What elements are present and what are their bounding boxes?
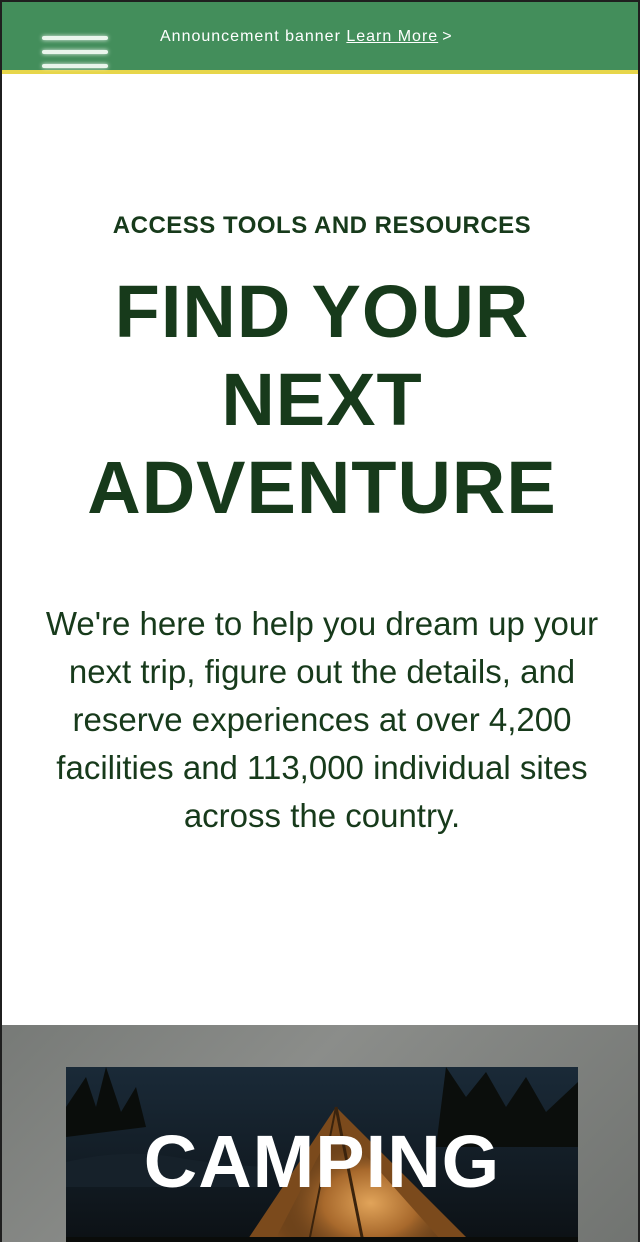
chevron-right-icon: > [442,28,453,45]
menu-line [42,50,108,54]
announcement-bar: Announcement banner Learn More > [2,2,638,74]
page: Announcement banner Learn More > ACCESS T… [0,0,640,1242]
camping-card-title: CAMPING [143,1120,501,1203]
announcement-text-wrap: Announcement banner Learn More > [160,28,453,46]
camping-card[interactable]: CAMPING [66,1067,578,1242]
categories-section: CAMPING [2,1025,638,1242]
learn-more-link[interactable]: Learn More [346,28,438,45]
menu-line [42,36,108,40]
menu-line [42,64,108,68]
hero-eyebrow: ACCESS TOOLS AND RESOURCES [112,212,532,239]
learn-more-label: Learn More [346,28,439,45]
hero-section: ACCESS TOOLS AND RESOURCES FIND YOUR NEX… [2,212,638,840]
hero-intro: We're here to help you dream up your nex… [45,605,599,834]
hero-headline: FIND YOUR NEXT ADVENTURE [87,270,557,529]
announcement-text: Announcement banner [160,28,341,45]
hamburger-menu-icon[interactable] [42,32,108,72]
